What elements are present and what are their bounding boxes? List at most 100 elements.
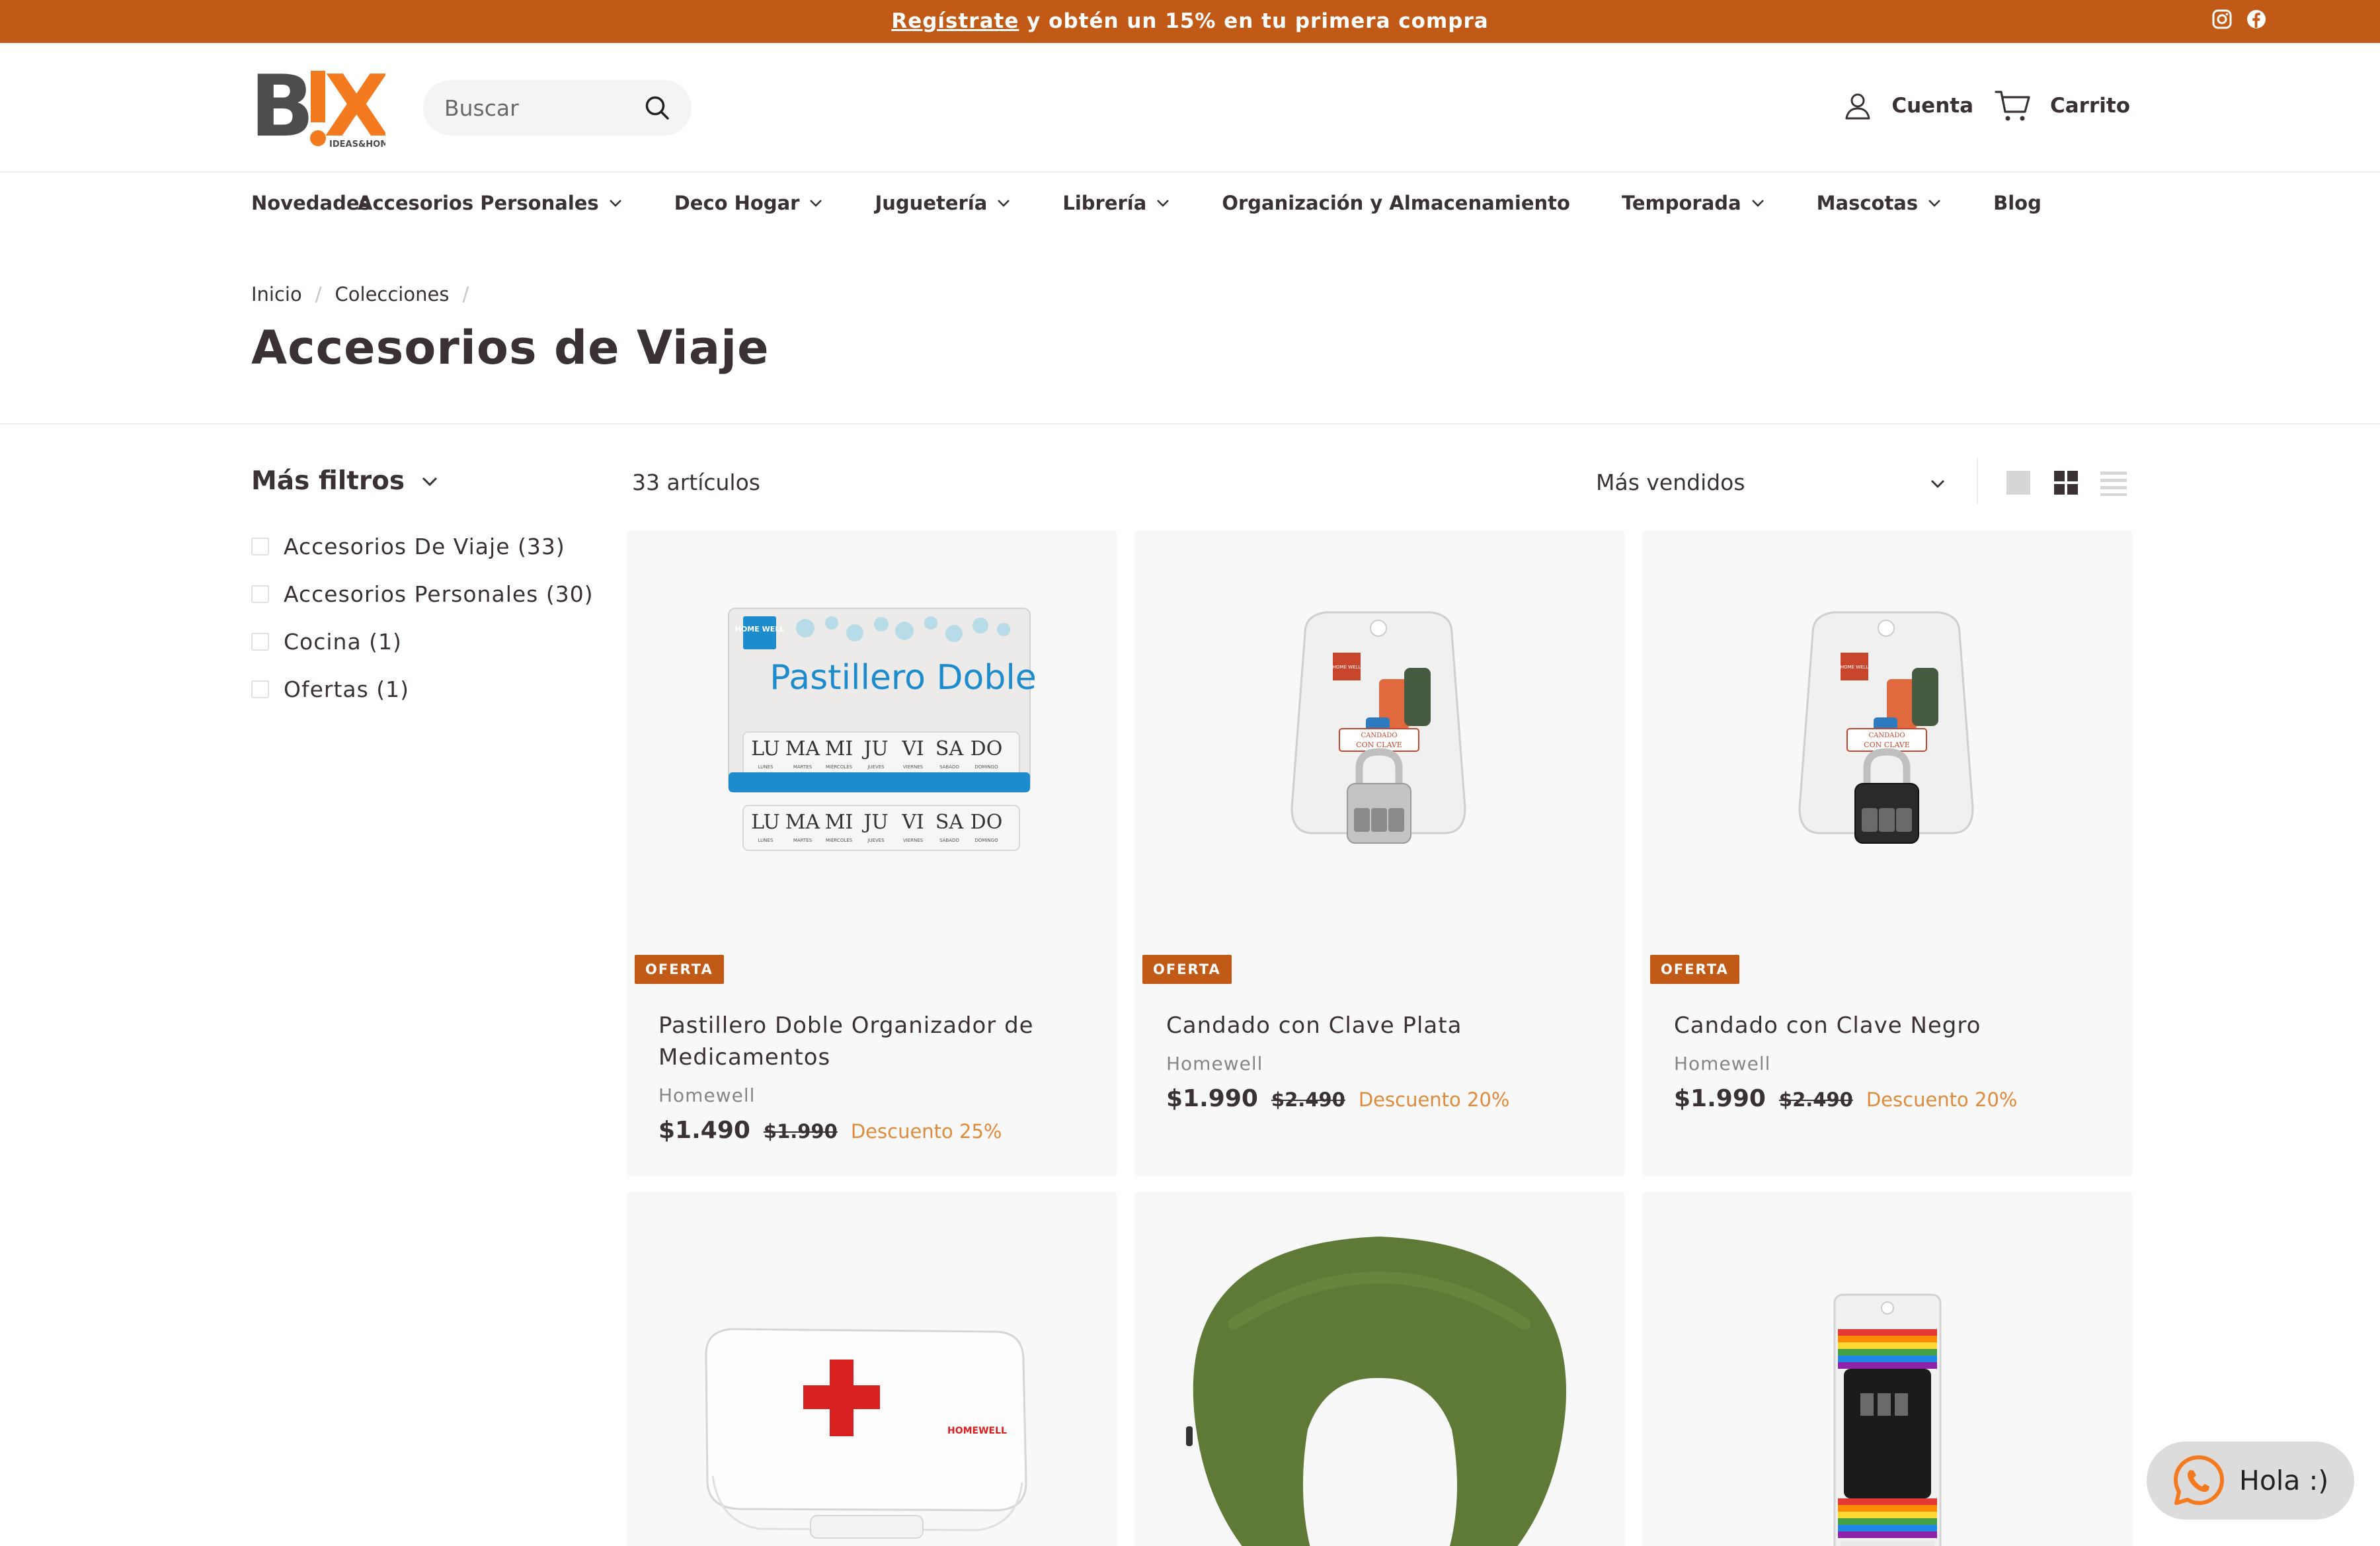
- svg-text:B: B: [250, 63, 309, 152]
- filter-checkbox[interactable]: [251, 680, 269, 698]
- original-price: $2.490: [1778, 1088, 1853, 1111]
- discount-label: Descuento 25%: [850, 1120, 1002, 1143]
- svg-text:SÁBADO: SÁBADO: [939, 764, 959, 770]
- product-image-pastillero[interactable]: HOME WELL Pastillero Doble LU MA MI JU VI SA D…: [627, 530, 1117, 987]
- product-card[interactable]: HOMEWELL: [627, 1192, 1117, 1546]
- breadcrumb-separator: /: [462, 283, 469, 305]
- breadcrumb-inicio[interactable]: Inicio: [251, 283, 302, 305]
- list-view-icon[interactable]: [2100, 469, 2127, 496]
- search-input[interactable]: Buscar: [423, 80, 692, 136]
- product-title[interactable]: Candado con Clave Negro: [1674, 1010, 2110, 1041]
- chevron-down-icon: [609, 200, 621, 207]
- discount-label: Descuento 20%: [1866, 1088, 2018, 1111]
- sale-price: $1.990: [1674, 1085, 1766, 1112]
- search-icon[interactable]: [643, 93, 672, 122]
- svg-text:SÁBADO: SÁBADO: [939, 837, 959, 843]
- product-count: 33 artículos: [632, 469, 760, 495]
- svg-text:DO: DO: [971, 811, 1003, 834]
- page-title: Accesorios de Viaje: [251, 321, 770, 375]
- whatsapp-chat-button[interactable]: Hola :): [2147, 1442, 2354, 1520]
- product-vendor: Homewell: [1674, 1053, 1771, 1075]
- filter-label: Ofertas (1): [284, 676, 410, 702]
- nav-item-libreria[interactable]: Librería: [1062, 190, 1170, 216]
- nav-item-temporada[interactable]: Temporada: [1622, 190, 1765, 216]
- section-divider: [0, 423, 2380, 425]
- nav-item-label: Mascotas: [1816, 192, 1919, 214]
- filter-checkbox[interactable]: [251, 537, 269, 555]
- svg-text:MIÉRCOLES: MIÉRCOLES: [826, 764, 853, 770]
- social-links: [2211, 8, 2268, 30]
- original-price: $2.490: [1271, 1088, 1345, 1111]
- product-image-botiquin[interactable]: HOMEWELL: [627, 1192, 1117, 1546]
- view-switcher: [2005, 469, 2127, 496]
- breadcrumb-colecciones[interactable]: Colecciones: [335, 283, 450, 305]
- original-price: $1.990: [763, 1120, 838, 1143]
- filter-ofertas[interactable]: Ofertas (1): [251, 665, 594, 713]
- filter-accesorios-de-viaje[interactable]: Accesorios De Viaje (33): [251, 522, 594, 570]
- cart-link[interactable]: Carrito: [1995, 89, 2130, 122]
- user-icon: [1843, 91, 1873, 121]
- nav-item-deco-hogar[interactable]: Deco Hogar: [674, 190, 824, 216]
- svg-text:LU: LU: [751, 811, 780, 834]
- product-card[interactable]: HOME WELL CANDADO CON CLAVE OFERTA Canda…: [1642, 530, 2133, 1176]
- product-card[interactable]: [1134, 1192, 1625, 1546]
- svg-text:JU: JU: [861, 811, 888, 834]
- register-link[interactable]: Regístrate: [891, 9, 1019, 33]
- grid-small-icon[interactable]: [2053, 469, 2079, 496]
- filter-checkbox[interactable]: [251, 585, 269, 603]
- filter-accesorios-personales[interactable]: Accesorios Personales (30): [251, 570, 594, 618]
- nav-item-label: Blog: [1993, 192, 2042, 214]
- announcement-text: y obtén un 15% en tu primera compra: [1019, 9, 1489, 33]
- svg-text:HOME WELL: HOME WELL: [1333, 665, 1361, 670]
- svg-text:VIERNES: VIERNES: [903, 764, 924, 770]
- filter-cocina[interactable]: Cocina (1): [251, 618, 594, 665]
- facebook-icon[interactable]: [2245, 8, 2268, 30]
- svg-text:Pastillero Doble: Pastillero Doble: [770, 658, 1037, 698]
- svg-text:LUNES: LUNES: [758, 764, 774, 770]
- svg-text:MI: MI: [825, 811, 853, 834]
- product-image-correa-maleta[interactable]: [1642, 1192, 2133, 1546]
- search-placeholder: Buscar: [444, 95, 519, 121]
- more-filters-toggle[interactable]: Más filtros: [251, 466, 439, 496]
- sort-select[interactable]: Más vendidos: [1596, 469, 1946, 495]
- svg-text:JUEVES: JUEVES: [867, 764, 885, 770]
- svg-text:DO: DO: [971, 737, 1003, 760]
- nav-item-blog[interactable]: Blog: [1993, 190, 2042, 216]
- product-image-almohada[interactable]: [1134, 1192, 1625, 1546]
- nav-item-novedades[interactable]: Novedades: [251, 190, 371, 216]
- svg-text:MA: MA: [785, 811, 820, 834]
- svg-text:LUNES: LUNES: [758, 838, 774, 843]
- chevron-down-icon: [1157, 200, 1170, 207]
- account-link[interactable]: Cuenta: [1843, 91, 1973, 121]
- breadcrumb: Inicio / Colecciones /: [251, 283, 482, 305]
- chevron-down-icon: [1928, 200, 1941, 207]
- nav-item-label: Organización y Almacenamiento: [1222, 192, 1570, 214]
- svg-text:VIERNES: VIERNES: [903, 838, 924, 843]
- nav-item-accesorios-personales[interactable]: Accesorios Personales: [358, 190, 623, 216]
- sale-badge: OFERTA: [1650, 955, 1739, 984]
- cart-icon: [1995, 89, 2032, 122]
- grid-large-icon[interactable]: [2005, 469, 2032, 496]
- product-image-candado-plata[interactable]: HOME WELL CANDADO CON CLAVE: [1134, 530, 1625, 987]
- svg-text:SA: SA: [935, 811, 964, 834]
- filter-label: Accesorios De Viaje (33): [284, 533, 565, 559]
- sale-badge: OFERTA: [1142, 955, 1232, 984]
- product-card[interactable]: HOME WELL CANDADO CON CLAVE OFERTA Canda…: [1134, 530, 1625, 1176]
- breadcrumb-separator: /: [315, 283, 322, 305]
- chevron-down-icon: [1751, 200, 1764, 207]
- product-card[interactable]: [1642, 1192, 2133, 1546]
- product-image-candado-negro[interactable]: HOME WELL CANDADO CON CLAVE: [1642, 530, 2133, 987]
- nav-item-organizacion[interactable]: Organización y Almacenamiento: [1222, 190, 1570, 216]
- product-title[interactable]: Pastillero Doble Organizador de Medicame…: [658, 1010, 1095, 1073]
- nav-item-mascotas[interactable]: Mascotas: [1817, 190, 1942, 216]
- bix-logo[interactable]: B X IDEAS&HOME: [250, 58, 395, 156]
- product-card[interactable]: HOME WELL Pastillero Doble LU MA MI JU VI SA D…: [627, 530, 1117, 1176]
- nav-item-jugueteria[interactable]: Juguetería: [875, 190, 1011, 216]
- instagram-icon[interactable]: [2211, 8, 2233, 30]
- filter-checkbox[interactable]: [251, 632, 269, 651]
- product-title[interactable]: Candado con Clave Plata: [1166, 1010, 1603, 1041]
- site-header: B X IDEAS&HOME Buscar Cuenta Carrito: [0, 43, 2380, 173]
- sale-price: $1.990: [1166, 1085, 1258, 1112]
- product-vendor: Homewell: [658, 1084, 756, 1106]
- account-label: Cuenta: [1891, 94, 1973, 118]
